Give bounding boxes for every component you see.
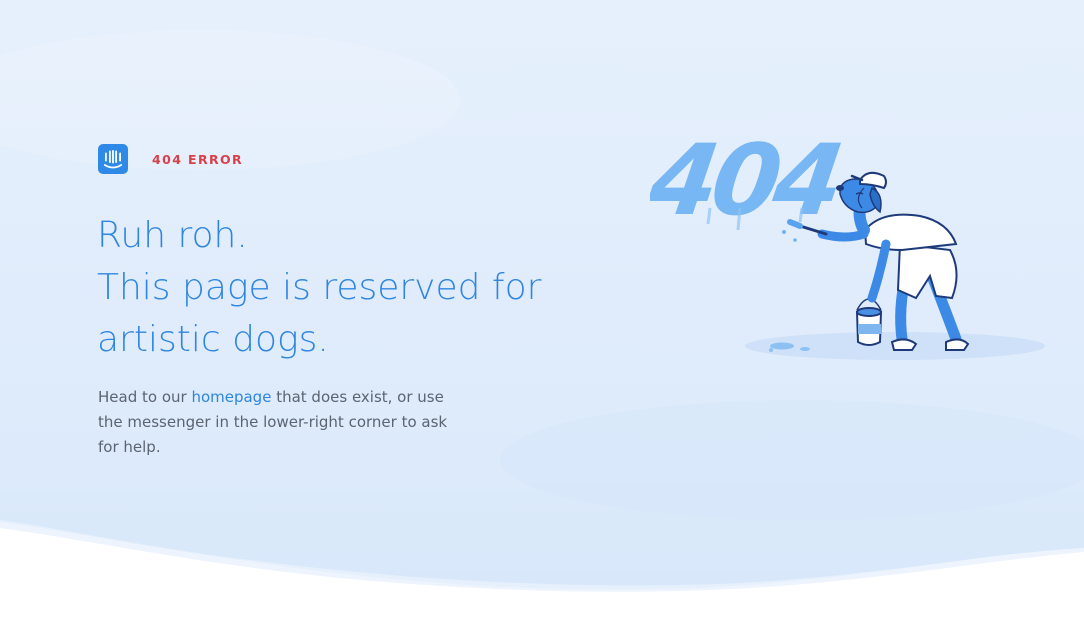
dog-painting-illustration: 404 [650, 124, 1045, 360]
help-paragraph: Head to our homepage that does exist, or… [98, 385, 458, 460]
title-line-2: This page is reserved for [97, 267, 542, 308]
brand-row: 404 ERROR [98, 144, 243, 174]
homepage-link[interactable]: homepage [191, 388, 271, 406]
error-page: 404 ERROR Ruh roh. This page is reserved… [0, 0, 1084, 638]
title-line-1: Ruh roh. [97, 215, 248, 256]
painted-404: 404 [650, 124, 845, 237]
help-text-prefix: Head to our [98, 388, 192, 406]
page-title: Ruh roh. This page is reserved for artis… [97, 210, 617, 366]
painted-404-text: 404 [650, 124, 845, 237]
intercom-logo-icon[interactable] [98, 144, 128, 174]
title-line-3: artistic dogs. [97, 319, 329, 360]
error-code-label: 404 ERROR [152, 151, 244, 167]
